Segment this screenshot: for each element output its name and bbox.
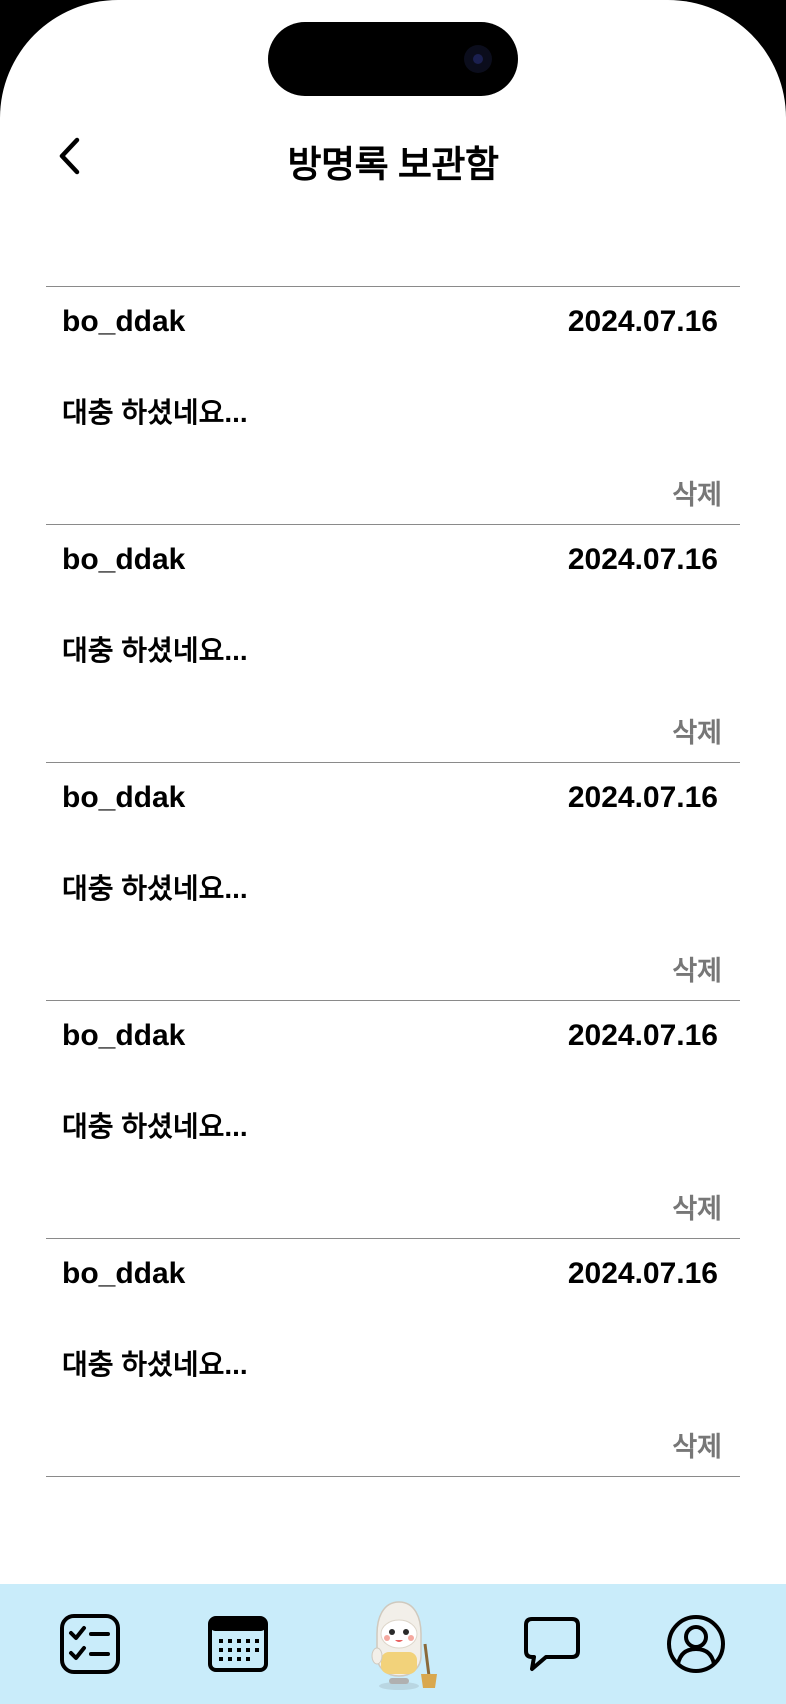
guestbook-entry: bo_ddak 2024.07.16 대충 하셨네요... 삭제 — [46, 1239, 740, 1477]
entry-content: 대충 하셨네요... — [62, 1349, 248, 1380]
entry-content: 대충 하셨네요... — [62, 397, 248, 428]
delete-button[interactable]: 삭제 — [672, 1425, 722, 1464]
entry-content: 대충 하셨네요... — [62, 873, 248, 904]
guestbook-entry: bo_ddak 2024.07.16 대충 하셨네요... 삭제 — [46, 525, 740, 763]
profile-icon — [667, 1615, 725, 1673]
delete-button[interactable]: 삭제 — [672, 711, 722, 750]
character-mascot-icon — [371, 1601, 437, 1690]
checklist-icon — [60, 1614, 120, 1674]
delete-button[interactable]: 삭제 — [672, 473, 722, 512]
delete-button[interactable]: 삭제 — [672, 949, 722, 988]
entry-date: 2024.07.16 — [567, 1019, 718, 1052]
tab-home-mascot[interactable] — [348, 1584, 458, 1704]
entry-author: bo_ddak — [62, 305, 186, 338]
entry-author: bo_ddak — [62, 1019, 186, 1052]
calendar-icon — [208, 1616, 268, 1672]
entry-date: 2024.07.16 — [567, 543, 718, 576]
entry-date: 2024.07.16 — [567, 305, 718, 338]
header: 방명록 보관함 — [0, 120, 786, 192]
tab-checklist[interactable] — [35, 1584, 145, 1704]
delete-button[interactable]: 삭제 — [672, 1187, 722, 1226]
dynamic-island — [268, 22, 518, 96]
chat-bubble-icon — [524, 1617, 580, 1671]
guestbook-entry: bo_ddak 2024.07.16 대충 하셨네요... 삭제 — [46, 763, 740, 1001]
entry-content: 대충 하셨네요... — [62, 1111, 248, 1142]
tab-profile[interactable] — [641, 1584, 751, 1704]
app-screen: 방명록 보관함 bo_ddak 2024.07.16 대충 하셨네요... 삭제… — [0, 0, 786, 1704]
tab-calendar[interactable] — [183, 1584, 293, 1704]
page-title: 방명록 보관함 — [287, 144, 499, 185]
entry-author: bo_ddak — [62, 781, 186, 814]
entry-author: bo_ddak — [62, 543, 186, 576]
entry-date: 2024.07.16 — [567, 1257, 718, 1290]
entry-content: 대충 하셨네요... — [62, 635, 248, 666]
bottom-tab-bar — [0, 1584, 786, 1704]
entry-author: bo_ddak — [62, 1257, 186, 1290]
guestbook-list: bo_ddak 2024.07.16 대충 하셨네요... 삭제 bo_ddak… — [46, 286, 740, 1477]
entry-date: 2024.07.16 — [567, 781, 718, 814]
guestbook-entry: bo_ddak 2024.07.16 대충 하셨네요... 삭제 — [46, 287, 740, 525]
phone-frame: 방명록 보관함 bo_ddak 2024.07.16 대충 하셨네요... 삭제… — [0, 0, 786, 1704]
tab-chat[interactable] — [497, 1584, 607, 1704]
guestbook-entry: bo_ddak 2024.07.16 대충 하셨네요... 삭제 — [46, 1001, 740, 1239]
camera-icon — [464, 45, 492, 73]
